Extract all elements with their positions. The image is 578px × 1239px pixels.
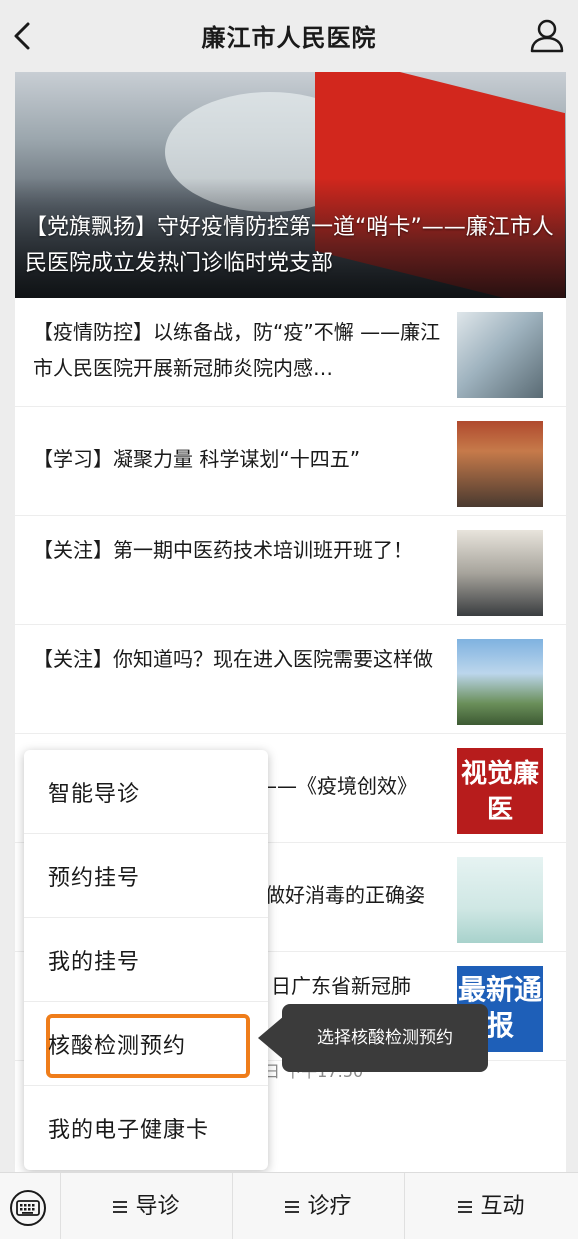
tab-label: 诊疗 [307,1194,352,1219]
menu-item-health-card[interactable]: 我的电子健康卡 [24,1086,268,1170]
tab-label: 导诊 [135,1194,180,1219]
news-item[interactable]: 【学习】凝聚力量 科学谋划“十四五” [15,407,566,516]
news-title: 做好消毒的正确姿 [265,883,425,907]
menu-icon [458,1201,473,1213]
news-item[interactable]: 【关注】第一期中医药技术培训班开班了！ [15,516,566,625]
menu-item-label: 智能导诊 [48,782,141,807]
keyboard-icon[interactable] [4,1189,52,1227]
hero-article[interactable]: 【党旗飘扬】守好疫情防控第一道“哨卡”——廉江市人民医院成立发热门诊临时党支部 [15,72,566,298]
news-thumbnail [457,421,543,507]
news-title: 【关注】你知道吗？现在进入医院需要这样做 [33,647,433,671]
popup-menu: 智能导诊 预约挂号 我的挂号 核酸检测预约 我的电子健康卡 [24,750,268,1170]
tooltip-arrow [258,1016,284,1060]
tab-treatment[interactable]: 诊疗 [232,1173,404,1239]
news-thumbnail [457,639,543,725]
news-title: 【学习】凝聚力量 科学谋划“十四五” [33,447,361,471]
top-bar: 廉江市人民医院 [0,0,578,72]
menu-item-appointment[interactable]: 预约挂号 [24,834,268,918]
tab-interaction[interactable]: 互动 [404,1173,578,1239]
menu-icon [285,1201,300,1213]
menu-item-label: 我的电子健康卡 [48,1118,210,1143]
tab-label: 互动 [480,1194,525,1219]
news-thumbnail [457,857,543,943]
hero-title: 【党旗飘扬】守好疫情防控第一道“哨卡”——廉江市人民医院成立发热门诊临时党支部 [25,215,554,276]
user-icon[interactable] [528,16,566,54]
menu-item-label: 核酸检测预约 [48,1034,187,1059]
news-thumbnail [457,530,543,616]
tab-guide[interactable]: 导诊 [60,1173,232,1239]
news-title: ——《疫境创效》 [257,774,417,798]
news-item[interactable]: 【疫情防控】以练备战，防“疫”不懈 ——廉江市人民医院开展新冠肺炎院内感… [15,298,566,407]
menu-item-smart-guide[interactable]: 智能导诊 [24,750,268,834]
menu-item-label: 预约挂号 [48,866,141,891]
news-item[interactable]: 【关注】你知道吗？现在进入医院需要这样做 [15,625,566,734]
news-thumbnail: 视觉廉医 [457,748,543,834]
tooltip: 选择核酸检测预约 [282,1004,488,1072]
news-thumbnail [457,312,543,398]
news-title: 【关注】第一期中医药技术培训班开班了！ [33,538,413,562]
menu-icon [113,1201,128,1213]
bottom-nav: 导诊 诊疗 互动 [0,1172,578,1239]
menu-item-nucleic-acid-test[interactable]: 核酸检测预约 [24,1002,268,1086]
page-title: 廉江市人民医院 [201,24,377,52]
news-title: 日广东省新冠肺 [271,974,411,998]
menu-item-my-registrations[interactable]: 我的挂号 [24,918,268,1002]
menu-item-label: 我的挂号 [48,950,141,975]
news-title: 【疫情防控】以练备战，防“疫”不懈 ——廉江市人民医院开展新冠肺炎院内感… [33,320,441,380]
